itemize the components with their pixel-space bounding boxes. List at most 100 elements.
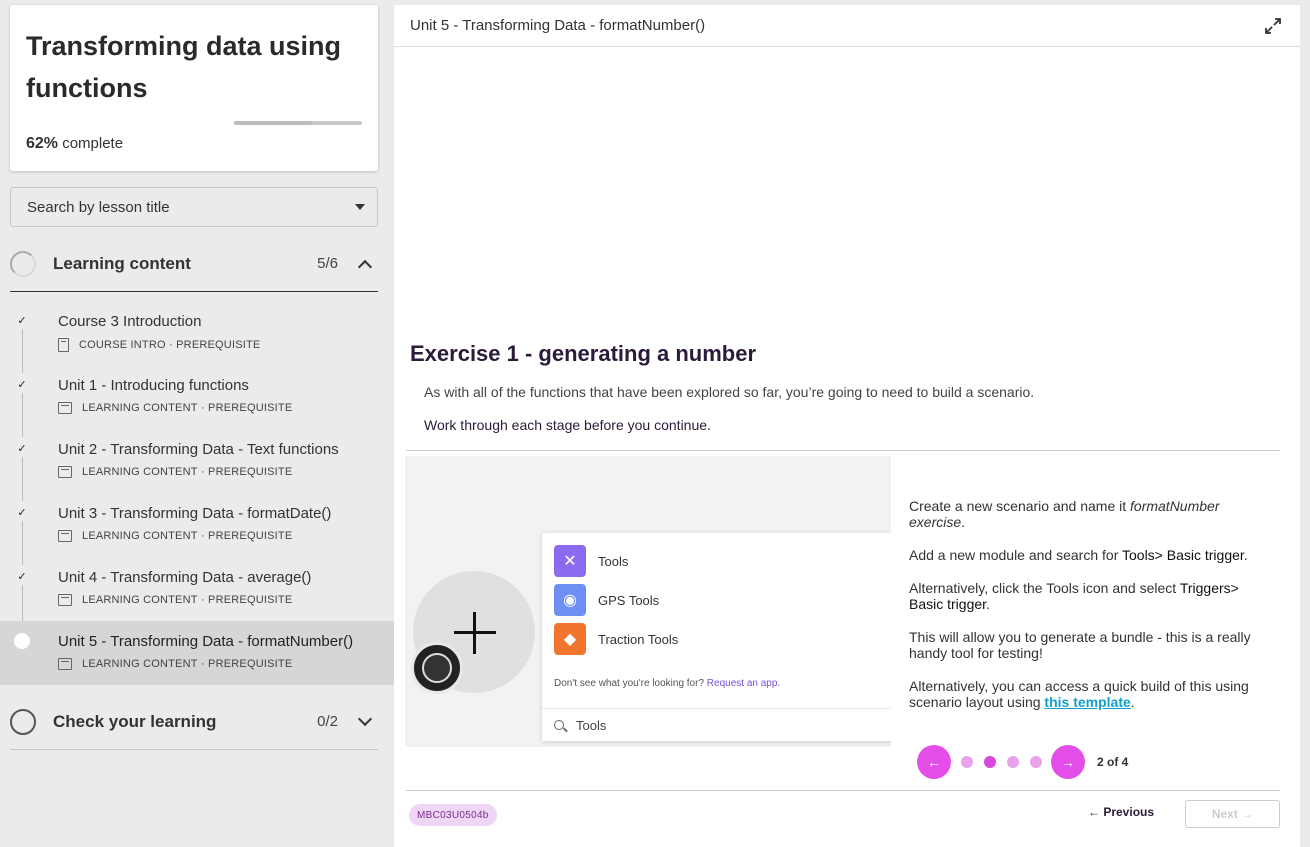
meta-separator: · [197, 530, 209, 542]
check-icon: ✓ [17, 315, 27, 327]
step-pager: ← → 2 of 4 [917, 745, 1128, 779]
divider [406, 790, 1280, 791]
gps-app-icon: ◉ [554, 584, 586, 616]
menu-note-text: Don't see what you're looking for? [554, 678, 707, 689]
progress-percent: 62% [26, 135, 59, 152]
lesson-item[interactable]: ✓ Unit 3 - Transforming Data - formatDate… [0, 493, 394, 565]
lesson-type: COURSE INTRO [79, 339, 166, 351]
exercise-instruction: Work through each stage before you conti… [424, 417, 711, 433]
exercise-intro: As with all of the functions that have b… [424, 384, 1035, 400]
exercise-title: Exercise 1 - generating a number [410, 341, 757, 366]
course-progress-card: Transforming data using functions 62% co… [10, 5, 378, 171]
meta-separator: · [197, 466, 209, 478]
meta-separator: · [197, 594, 209, 606]
lesson-tag: PREREQUISITE [208, 466, 293, 478]
lesson-item[interactable]: ✓ Unit 2 - Transforming Data - Text funct… [0, 429, 394, 501]
progress-text: 62% complete [26, 135, 123, 153]
check-icon: ✓ [17, 571, 27, 583]
progress-suffix: complete [62, 135, 124, 152]
step-paragraph: Create a new scenario and name it format… [909, 498, 1220, 530]
lesson-item[interactable]: ✓ Unit 4 - Transforming Data - average() L… [0, 557, 394, 629]
check-icon: ✓ [17, 443, 27, 455]
current-lesson-dot-icon [14, 633, 30, 649]
progress-ring-icon [10, 708, 36, 735]
meta-separator: · [197, 658, 209, 670]
lesson-meta: LEARNING CONTENT · PREREQUISITE [58, 402, 292, 414]
lesson-tag: PREREQUISITE [208, 530, 293, 542]
chevron-down-icon[interactable] [357, 711, 373, 726]
slides-icon [58, 594, 72, 606]
slides-icon [58, 530, 72, 542]
lesson-type: LEARNING CONTENT [82, 402, 198, 414]
search-icon [554, 720, 564, 730]
slides-icon [58, 658, 72, 670]
step-paragraph: Add a new module and search for Tools> B… [909, 547, 1248, 563]
previous-step-button[interactable]: ← [917, 745, 951, 779]
slides-icon [58, 402, 72, 414]
menu-search-text: Tools [576, 717, 607, 733]
lesson-meta: LEARNING CONTENT · PREREQUISITE [58, 530, 292, 542]
next-lesson-button[interactable]: Next → [1185, 800, 1280, 828]
section-check-your-learning[interactable]: Check your learning 0/2 [10, 694, 378, 750]
lesson-meta: LEARNING CONTENT · PREREQUISITE [58, 658, 292, 670]
lesson-type: LEARNING CONTENT [82, 658, 198, 670]
lesson-meta: LEARNING CONTENT · PREREQUISITE [58, 466, 292, 478]
lesson-meta: COURSE INTRO · PREREQUISITE [58, 338, 260, 352]
menu-item-traction-tools: ◆ Traction Tools [554, 622, 678, 656]
menu-item-label: Tools [598, 553, 629, 569]
section-learning-content[interactable]: Learning content 5/6 [10, 236, 378, 292]
step-paragraph: This will allow you to generate a bundle… [909, 629, 1251, 661]
progress-ring-icon [10, 250, 36, 277]
meta-separator: · [197, 402, 209, 414]
tools-app-icon: ✕ [554, 545, 586, 577]
lesson-item[interactable]: ✓ Unit 1 - Introducing functions LEARNING … [0, 365, 394, 437]
lesson-title: Unit 4 - Transforming Data - average() [58, 569, 312, 586]
menu-note: Don't see what you're looking for? Reque… [554, 678, 780, 689]
lesson-tag: PREREQUISITE [176, 339, 261, 351]
menu-search: Tools [542, 708, 891, 741]
request-app-link: Request an app. [706, 678, 781, 689]
lesson-tag: PREREQUISITE [208, 594, 293, 606]
pager-dot[interactable] [983, 756, 996, 768]
course-title: Transforming data using functions [26, 31, 342, 103]
lesson-tag: PREREQUISITE [208, 658, 293, 670]
next-step-button[interactable]: → [1051, 745, 1085, 779]
meta-separator: · [165, 339, 177, 351]
lesson-item[interactable]: ✓ Course 3 Introduction COURSE INTRO · PRE… [0, 301, 394, 373]
check-icon: ✓ [17, 507, 27, 519]
traction-app-icon: ◆ [554, 623, 586, 655]
menu-item-tools: ✕ Tools [554, 544, 628, 578]
lesson-title: Unit 2 - Transforming Data - Text functi… [58, 441, 339, 458]
lesson-type: LEARNING CONTENT [82, 530, 198, 542]
lesson-title: Unit 3 - Transforming Data - formatDate(… [58, 505, 332, 522]
expand-icon[interactable] [1264, 17, 1282, 35]
section-count: 0/2 [317, 713, 338, 730]
lesson-tag: PREREQUISITE [208, 402, 293, 414]
check-icon: ✓ [17, 379, 27, 391]
pager-dot[interactable] [1006, 756, 1019, 768]
lesson-list: ✓ Course 3 Introduction COURSE INTRO · PRE… [0, 301, 394, 685]
chevron-up-icon[interactable] [357, 259, 373, 274]
lesson-title: Course 3 Introduction [58, 313, 202, 330]
section-label: Check your learning [53, 711, 217, 731]
section-label: Learning content [53, 253, 191, 273]
caret-down-icon [355, 204, 365, 210]
pager-dot[interactable] [1029, 756, 1042, 768]
clock-icon [411, 642, 463, 694]
plus-icon-bar [454, 631, 496, 634]
previous-lesson-button[interactable]: ← Previous [1088, 805, 1154, 819]
step-paragraph: Alternatively, click the Tools icon and … [909, 580, 1239, 612]
scenario-screenshot: ✕ Tools ◉ GPS Tools ◆ Traction Tools Don… [405, 456, 891, 747]
module-menu: ✕ Tools ◉ GPS Tools ◆ Traction Tools Don… [542, 533, 891, 741]
menu-item-label: Traction Tools [598, 631, 679, 647]
lesson-search-select[interactable]: Search by lesson title [10, 187, 378, 227]
slides-icon [58, 466, 72, 478]
lesson-type: LEARNING CONTENT [82, 466, 198, 478]
pager-dot[interactable] [960, 756, 973, 768]
pager-dots [955, 756, 1047, 768]
divider [406, 450, 1280, 451]
step-paragraph: Alternatively, you can access a quick bu… [909, 678, 1249, 710]
lesson-item[interactable]: Unit 5 - Transforming Data - formatNumbe… [0, 621, 394, 685]
lesson-title: Unit 1 - Introducing functions [58, 377, 249, 394]
template-link[interactable]: this template [1044, 694, 1130, 710]
